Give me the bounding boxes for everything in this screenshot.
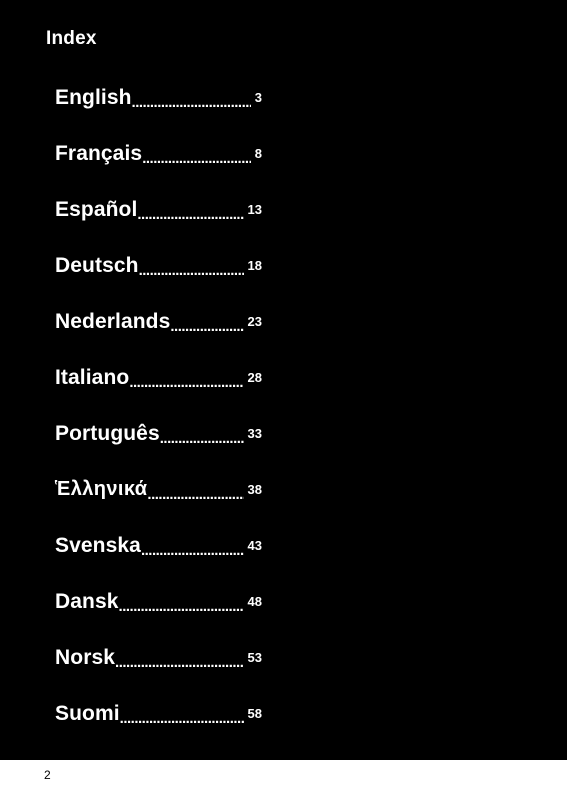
document-page: Index English ..........................… xyxy=(0,0,567,800)
index-entry-page: 3 xyxy=(254,90,262,105)
list-item[interactable]: Português ..............................… xyxy=(46,413,273,454)
index-entry-page: 23 xyxy=(247,314,262,329)
index-entry-page: 58 xyxy=(247,706,262,721)
dot-leader: ........................................… xyxy=(142,150,251,167)
dot-leader: ........................................… xyxy=(140,542,244,559)
index-entry-language: Español xyxy=(55,197,138,221)
dot-leader: ........................................… xyxy=(138,262,244,279)
index-entry-page: 28 xyxy=(247,370,262,385)
dot-leader: ........................................… xyxy=(147,486,244,503)
list-item[interactable]: Norsk ..................................… xyxy=(46,637,273,678)
index-entry-language: Suomi xyxy=(55,701,120,725)
index-entry-language: English xyxy=(55,85,132,109)
list-item[interactable]: Suomi ..................................… xyxy=(46,693,273,734)
index-entry-page: 13 xyxy=(247,202,262,217)
index-entry-language: Norsk xyxy=(55,645,116,669)
list-item[interactable]: Nederlands .............................… xyxy=(46,301,273,342)
index-entry-language: Dansk xyxy=(55,589,119,613)
dot-leader: ........................................… xyxy=(118,598,244,615)
index-entry-page: 8 xyxy=(254,146,262,161)
index-entry-page: 43 xyxy=(247,538,262,553)
list-item[interactable]: Español ................................… xyxy=(46,189,273,230)
list-item[interactable]: Italiano ...............................… xyxy=(46,357,273,398)
index-entry-language: Nederlands xyxy=(55,309,171,333)
index-entry-page: 53 xyxy=(247,650,262,665)
dot-leader: ........................................… xyxy=(159,430,244,447)
page-title: Index xyxy=(46,28,97,49)
index-entry-language: Français xyxy=(55,141,143,165)
index-entry-language: Português xyxy=(55,421,160,445)
dot-leader: ........................................… xyxy=(115,654,244,671)
index-panel: Index English ..........................… xyxy=(0,0,567,760)
list-item[interactable]: Français ...............................… xyxy=(46,133,273,174)
dot-leader: ........................................… xyxy=(137,206,244,223)
index-entry-language: Deutsch xyxy=(55,253,139,277)
index-entry-page: 33 xyxy=(247,426,262,441)
list-item[interactable]: Deutsch ................................… xyxy=(46,245,273,286)
dot-leader: ........................................… xyxy=(119,710,244,727)
index-entry-language: Italiano xyxy=(55,365,130,389)
list-item[interactable]: English ................................… xyxy=(46,77,273,118)
list-item[interactable]: Svenska ................................… xyxy=(46,525,273,566)
index-entry-page: 18 xyxy=(247,258,262,273)
index-entry-page: 48 xyxy=(247,594,262,609)
dot-leader: ........................................… xyxy=(129,374,244,391)
dot-leader: ........................................… xyxy=(170,318,244,335)
list-item[interactable]: Ἑλληνικά ...............................… xyxy=(46,469,273,510)
dot-leader: ........................................… xyxy=(131,94,251,111)
list-item[interactable]: Dansk ..................................… xyxy=(46,581,273,622)
index-entry-page: 38 xyxy=(247,482,262,497)
index-entry-language: Svenska xyxy=(55,533,141,557)
index-entry-language: Ἑλληνικά xyxy=(55,478,148,500)
index-list: English ................................… xyxy=(46,77,273,749)
page-number: 2 xyxy=(44,768,51,782)
